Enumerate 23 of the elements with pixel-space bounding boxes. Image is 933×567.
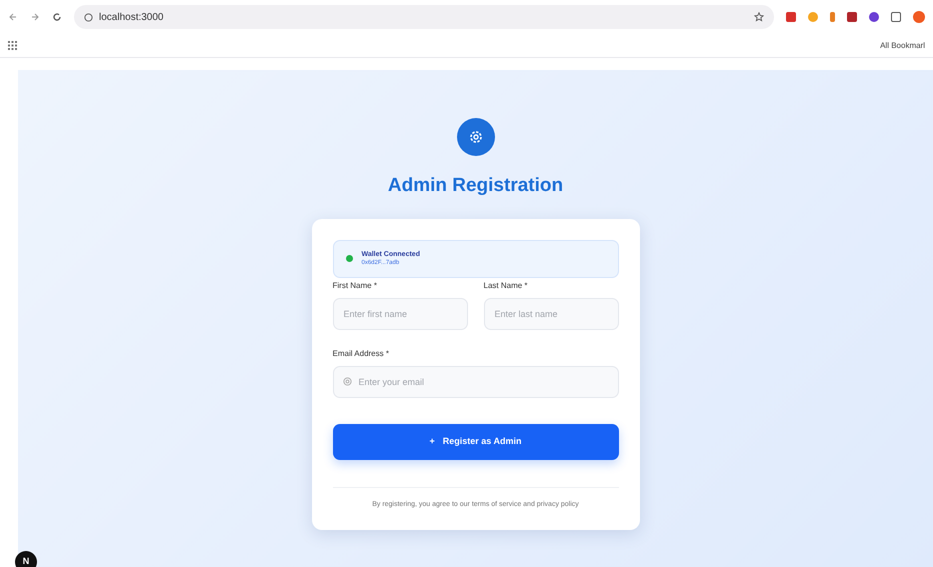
address-bar[interactable]: localhost:3000 — [74, 5, 774, 29]
register-button[interactable]: + Register as Admin — [332, 424, 618, 460]
profile-icon[interactable] — [913, 11, 925, 23]
extension-icon[interactable] — [891, 12, 901, 22]
back-icon[interactable] — [8, 12, 18, 22]
star-icon[interactable] — [754, 12, 764, 22]
extension-icon[interactable] — [847, 12, 857, 22]
apps-icon[interactable] — [8, 41, 17, 50]
forward-icon[interactable] — [30, 12, 40, 22]
gear-icon — [456, 118, 494, 156]
page-title: Admin Registration — [388, 174, 564, 198]
field-label: First Name * — [332, 280, 378, 292]
plus-icon: + — [430, 436, 435, 446]
dev-badge[interactable]: N — [15, 551, 37, 567]
bookmarks-folder[interactable]: All Bookmarl — [880, 40, 925, 52]
reload-icon[interactable] — [52, 12, 62, 22]
input-field[interactable]: Enter first name — [332, 298, 468, 330]
email-field[interactable]: Enter your email — [332, 366, 618, 398]
input-field[interactable]: Enter last name — [484, 298, 618, 330]
field-label: Last Name * — [484, 280, 529, 292]
url-text: localhost:3000 — [99, 10, 164, 24]
field-label: Email Address * — [332, 348, 390, 360]
extension-icon[interactable] — [869, 12, 879, 22]
